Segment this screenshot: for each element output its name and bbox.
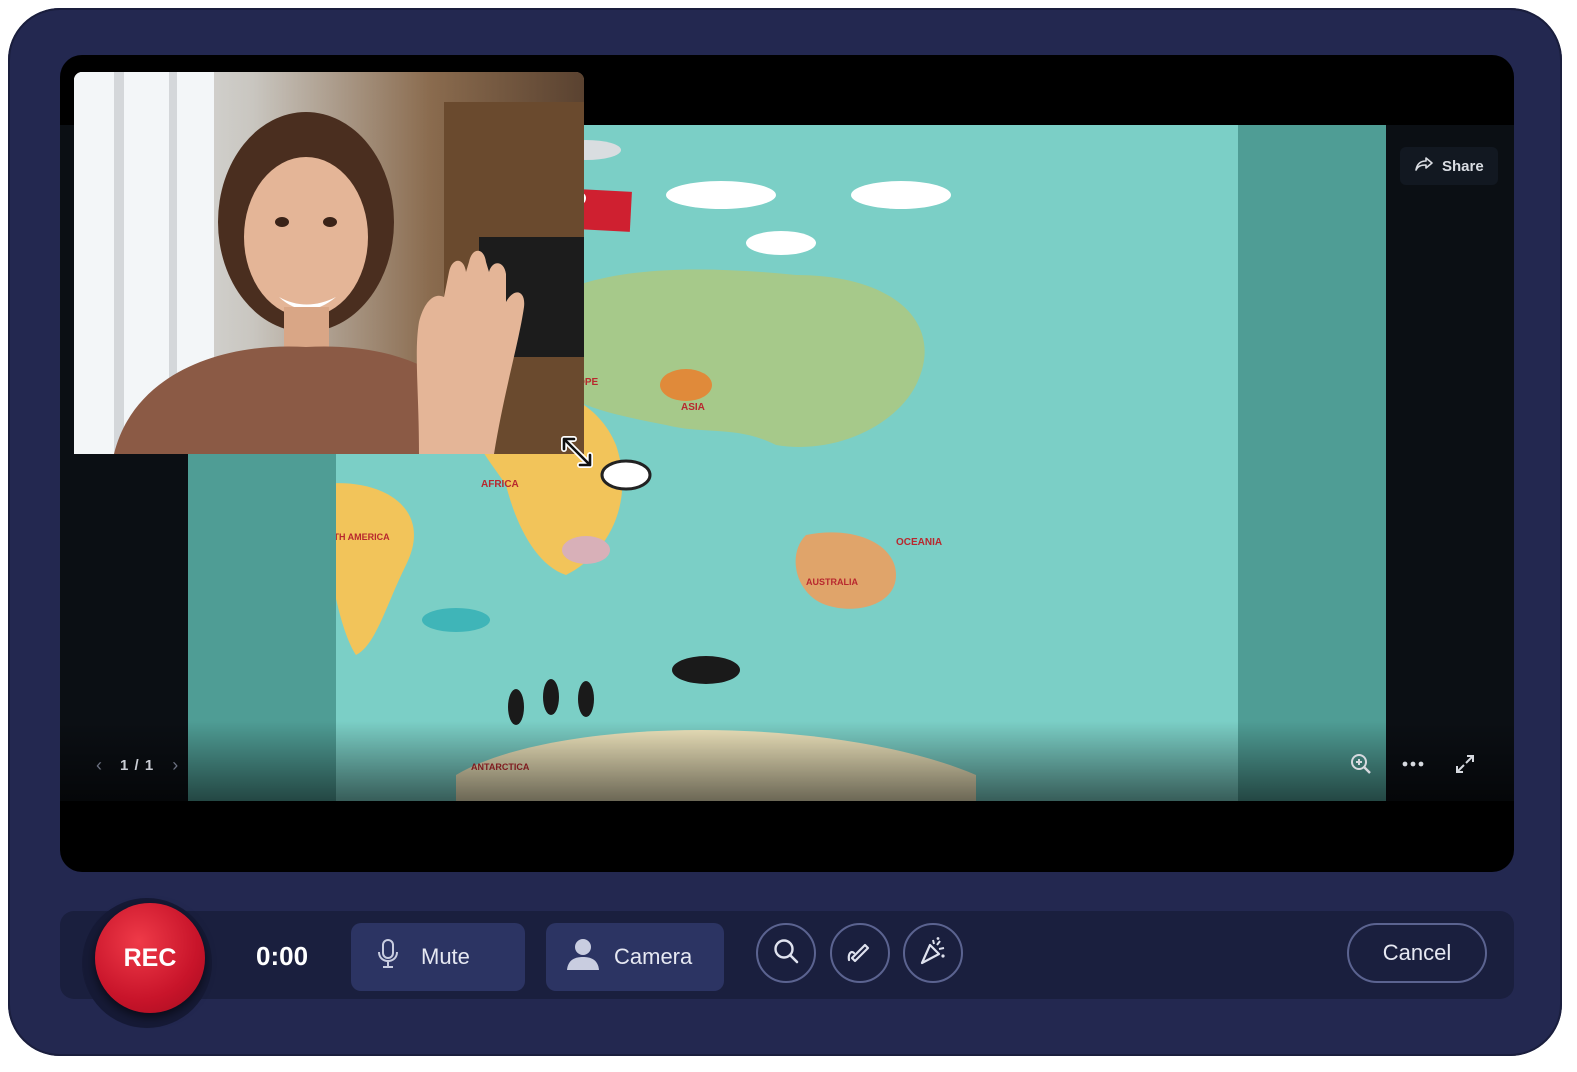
pen-draw-icon — [845, 936, 875, 971]
page-navigator: ‹ 1 / 1 › — [96, 755, 178, 776]
share-button[interactable]: Share — [1400, 147, 1498, 185]
share-label: Share — [1442, 157, 1484, 175]
zoom-tool-button[interactable] — [756, 923, 816, 983]
party-popper-icon — [918, 936, 948, 971]
recorder-window: EUROPE ASIA AFRICA SOUTH AMERICA OCEANIA… — [8, 8, 1562, 1056]
resize-handle-icon[interactable] — [558, 433, 596, 471]
recording-controls: REC 0:00 Mute Camera Cancel — [60, 898, 1514, 1028]
viewer-toolbar — [1350, 753, 1476, 775]
fullscreen-icon[interactable] — [1454, 753, 1476, 775]
record-button[interactable]: REC — [95, 903, 205, 1013]
user-icon — [566, 938, 600, 976]
camera-button[interactable]: Camera — [546, 923, 724, 991]
more-options-icon[interactable] — [1402, 753, 1424, 775]
label-south-america: SOUTH AMERICA — [336, 532, 390, 542]
microphone-icon — [377, 939, 399, 975]
mute-label: Mute — [421, 944, 470, 969]
effects-button[interactable] — [903, 923, 963, 983]
zoom-in-icon[interactable] — [1350, 753, 1372, 775]
camera-label: Camera — [614, 944, 693, 969]
label-oceania: OCEANIA — [896, 537, 942, 548]
mute-button[interactable]: Mute — [351, 923, 525, 991]
preview-stage: EUROPE ASIA AFRICA SOUTH AMERICA OCEANIA… — [60, 55, 1514, 872]
chevron-left-icon[interactable]: ‹ — [96, 755, 102, 776]
cancel-button[interactable]: Cancel — [1347, 923, 1487, 983]
search-icon — [772, 937, 800, 970]
page-indicator: 1 / 1 — [120, 757, 155, 774]
label-asia: ASIA — [681, 402, 705, 413]
label-antarctica: ANTARCTICA — [471, 762, 530, 772]
label-africa: AFRICA — [481, 479, 519, 490]
webcam-preview[interactable] — [74, 72, 584, 454]
draw-tool-button[interactable] — [830, 923, 890, 983]
share-icon — [1414, 156, 1434, 176]
label-australia: AUSTRALIA — [806, 577, 858, 587]
recording-timer: 0:00 — [256, 941, 309, 971]
webcam-video-frame — [74, 72, 584, 454]
chevron-right-icon[interactable]: › — [172, 755, 178, 776]
slide-margin-right — [1238, 125, 1386, 801]
